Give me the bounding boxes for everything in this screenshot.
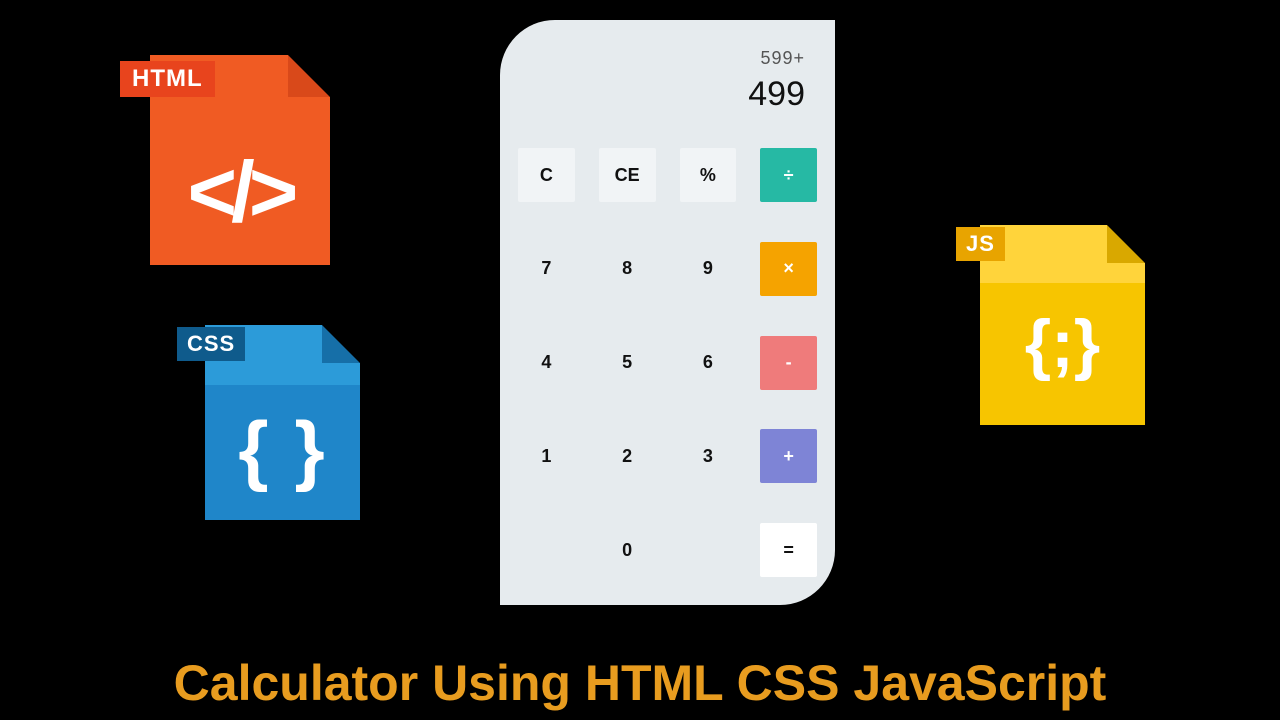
js-file-icon: JS {;} — [980, 225, 1145, 425]
css-file-glyph: { } — [205, 410, 360, 488]
clear-button[interactable]: C — [518, 148, 575, 202]
divide-button[interactable]: ÷ — [760, 148, 817, 202]
nine-button[interactable]: 9 — [680, 242, 737, 296]
js-file-fold — [1107, 225, 1145, 263]
html-file-glyph: </> — [150, 150, 330, 235]
css-file-fold — [322, 325, 360, 363]
three-button[interactable]: 3 — [680, 429, 737, 483]
two-button[interactable]: 2 — [599, 429, 656, 483]
css-file-label: CSS — [177, 327, 245, 361]
css-file-icon: CSS { } — [205, 325, 360, 520]
clear-entry-button[interactable]: CE — [599, 148, 656, 202]
four-button[interactable]: 4 — [518, 336, 575, 390]
calculator-panel: 599+ 499 C CE % ÷ 7 8 9 × 4 5 6 - 1 2 3 … — [500, 20, 835, 605]
html-file-label: HTML — [120, 61, 215, 97]
equals-button[interactable]: = — [760, 523, 817, 577]
eight-button[interactable]: 8 — [599, 242, 656, 296]
js-file-label: JS — [956, 227, 1005, 261]
zero-button[interactable]: 0 — [599, 523, 656, 577]
calculator-keypad: C CE % ÷ 7 8 9 × 4 5 6 - 1 2 3 + 0 = — [518, 148, 817, 587]
percent-button[interactable]: % — [680, 148, 737, 202]
six-button[interactable]: 6 — [680, 336, 737, 390]
one-button[interactable]: 1 — [518, 429, 575, 483]
page-title: Calculator Using HTML CSS JavaScript — [0, 654, 1280, 712]
five-button[interactable]: 5 — [599, 336, 656, 390]
subtract-button[interactable]: - — [760, 336, 817, 390]
seven-button[interactable]: 7 — [518, 242, 575, 296]
display-current: 499 — [530, 75, 805, 115]
html-file-icon: HTML </> — [150, 55, 330, 265]
html-file-fold — [288, 55, 330, 97]
add-button[interactable]: + — [760, 429, 817, 483]
calculator-display: 599+ 499 — [518, 38, 817, 123]
js-file-glyph: {;} — [980, 310, 1145, 378]
display-history: 599+ — [530, 48, 805, 69]
multiply-button[interactable]: × — [760, 242, 817, 296]
